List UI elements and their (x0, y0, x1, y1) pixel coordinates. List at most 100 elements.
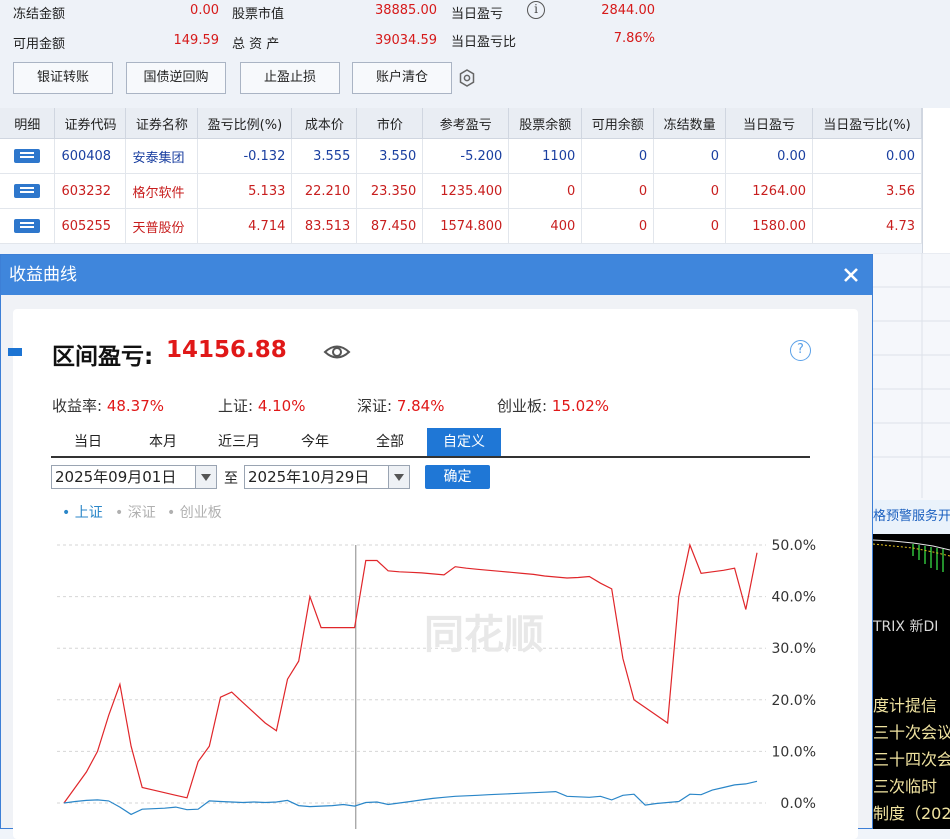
legend-shanghai[interactable]: • 上证 (62, 502, 103, 522)
column-header[interactable]: 盈亏比例(%) (197, 108, 293, 139)
start-date-input[interactable]: 2025年09月01日 (51, 465, 196, 489)
news-line[interactable]: 三十次会议 (873, 719, 950, 743)
daily-pl-label: 当日盈亏 (451, 7, 504, 22)
stat-label: 深证: (357, 397, 397, 415)
confirm-button[interactable]: 确定 (425, 465, 490, 489)
detail-list-icon[interactable] (14, 149, 41, 163)
available-amount-label: 可用金额 (13, 37, 66, 52)
series-line (63, 780, 758, 816)
available-balance: 0 (581, 138, 655, 174)
available-amount-value: 149.59 (173, 33, 220, 48)
stat-value: 7.84% (396, 397, 445, 415)
info-icon[interactable]: i (527, 1, 545, 19)
tab-custom[interactable]: 自定义 (427, 428, 501, 456)
frozen-quantity: 0 (653, 208, 727, 244)
reference-pl: -5.200 (422, 138, 510, 174)
legend-label: 上证 (74, 505, 103, 521)
holdings-table: 明细 证券代码 证券名称 盈亏比例(%) 成本价 市价 参考盈亏 股票余额 可用… (0, 108, 922, 244)
chart-grid (57, 544, 766, 804)
to-label: 至 (224, 471, 238, 487)
detail-list-icon[interactable] (14, 219, 41, 233)
background-kline-panel: TRIX 新DI 度计提信 三十次会议 三十四次会 三次临时 制度（2025 (873, 534, 950, 829)
start-date-dropdown-icon[interactable] (195, 465, 217, 489)
legend-chinext[interactable]: • 创业板 (167, 502, 222, 522)
stock-balance: 1100 (508, 138, 583, 174)
column-header[interactable]: 证券代码 (54, 108, 127, 139)
reference-pl: 1235.400 (422, 173, 510, 209)
news-line[interactable]: 度计提信 (873, 692, 937, 716)
column-header[interactable]: 股票余额 (508, 108, 583, 139)
tab-all[interactable]: 全部 (353, 428, 427, 456)
daily-pl-ratio-label: 当日盈亏比 (451, 35, 517, 50)
column-header[interactable]: 市价 (356, 108, 424, 139)
period-tabs: 当日 本月 近三月 今年 全部 自定义 (51, 428, 810, 458)
table-row[interactable]: 600408 安泰集团 -0.132 3.555 3.550 -5.200 11… (0, 138, 922, 174)
column-header[interactable]: 明细 (0, 108, 56, 139)
column-header[interactable]: 可用余额 (581, 108, 655, 139)
kline-mini-chart (873, 539, 950, 572)
y-tick-label: 30.0% (772, 641, 816, 657)
tab-this-year[interactable]: 今年 (277, 428, 353, 456)
stock-balance: 0 (508, 173, 583, 209)
end-date-dropdown-icon[interactable] (388, 465, 410, 489)
security-name: 天普股份 (125, 208, 199, 244)
table-row[interactable]: 605255 天普股份 4.714 83.513 87.450 1574.800… (0, 208, 922, 244)
gear-icon[interactable] (458, 69, 476, 87)
shanghai-index-stat: 上证: 4.10% (218, 395, 305, 416)
help-icon[interactable]: ? (790, 340, 811, 361)
trix-indicator-label[interactable]: TRIX 新DI (873, 616, 938, 636)
column-header[interactable]: 证券名称 (125, 108, 199, 139)
column-header[interactable]: 成本价 (291, 108, 358, 139)
stat-value: 48.37% (106, 397, 165, 415)
detail-cell[interactable] (0, 138, 56, 174)
security-code: 603232 (54, 173, 127, 209)
clear-account-button[interactable]: 账户清仓 (352, 62, 452, 94)
watermark: 同花顺 (424, 612, 544, 658)
cost-price: 83.513 (291, 208, 358, 244)
tab-three-months[interactable]: 近三月 (201, 428, 277, 456)
daily-pl-ratio: 3.56 (812, 173, 922, 209)
column-header[interactable]: 参考盈亏 (422, 108, 510, 139)
background-grid (873, 253, 950, 498)
detail-cell[interactable] (0, 208, 56, 244)
daily-pl: 0.00 (725, 138, 814, 174)
stat-value: 15.02% (551, 397, 610, 415)
end-date-input[interactable]: 2025年10月29日 (244, 465, 389, 489)
column-header[interactable]: 当日盈亏 (725, 108, 814, 139)
eye-icon[interactable] (323, 341, 351, 363)
close-icon[interactable] (840, 264, 862, 286)
profit-curve-chart[interactable]: 同花顺 50.0% 40.0% 30.0% 20.0% 10.0% 0.0% (0, 530, 873, 829)
column-header[interactable]: 冻结数量 (653, 108, 727, 139)
alert-service-banner[interactable]: 格预警服务开 (873, 500, 950, 534)
market-price: 3.550 (356, 138, 424, 174)
dialog-title-bar[interactable]: 收益曲线 (1, 255, 872, 295)
detail-cell[interactable] (0, 173, 56, 209)
side-marker (8, 348, 22, 356)
security-name: 安泰集团 (125, 138, 199, 174)
tab-this-month[interactable]: 本月 (125, 428, 201, 456)
column-header[interactable]: 当日盈亏比(%) (812, 108, 922, 139)
tab-today[interactable]: 当日 (51, 428, 125, 456)
security-code: 605255 (54, 208, 127, 244)
cost-price: 3.555 (291, 138, 358, 174)
pl-ratio: 5.133 (197, 173, 293, 209)
frozen-quantity: 0 (653, 138, 727, 174)
market-value: 38885.00 (374, 3, 437, 18)
pl-ratio: 4.714 (197, 208, 293, 244)
dialog-title: 收益曲线 (9, 265, 77, 285)
reference-pl: 1574.800 (422, 208, 510, 244)
frozen-quantity: 0 (653, 173, 727, 209)
daily-pl-value: 2844.00 (601, 3, 655, 18)
bank-transfer-button[interactable]: 银证转账 (13, 62, 113, 94)
news-line[interactable]: 三十四次会 (873, 746, 950, 770)
news-line[interactable]: 三次临时 (873, 773, 937, 797)
stop-profit-loss-button[interactable]: 止盈止损 (240, 62, 340, 94)
y-axis-ticks: 50.0% 40.0% 30.0% 20.0% 10.0% 0.0% (772, 538, 816, 812)
news-line[interactable]: 制度（2025 (873, 800, 950, 824)
detail-list-icon[interactable] (14, 184, 41, 198)
legend-shenzhen[interactable]: • 深证 (115, 502, 156, 522)
account-summary: 冻结金额 0.00 可用金额 149.59 股票市值 38885.00 总 资 … (0, 0, 950, 108)
reverse-repo-button[interactable]: 国债逆回购 (126, 62, 226, 94)
y-tick-label: 50.0% (772, 538, 816, 554)
table-row[interactable]: 603232 格尔软件 5.133 22.210 23.350 1235.400… (0, 173, 922, 209)
